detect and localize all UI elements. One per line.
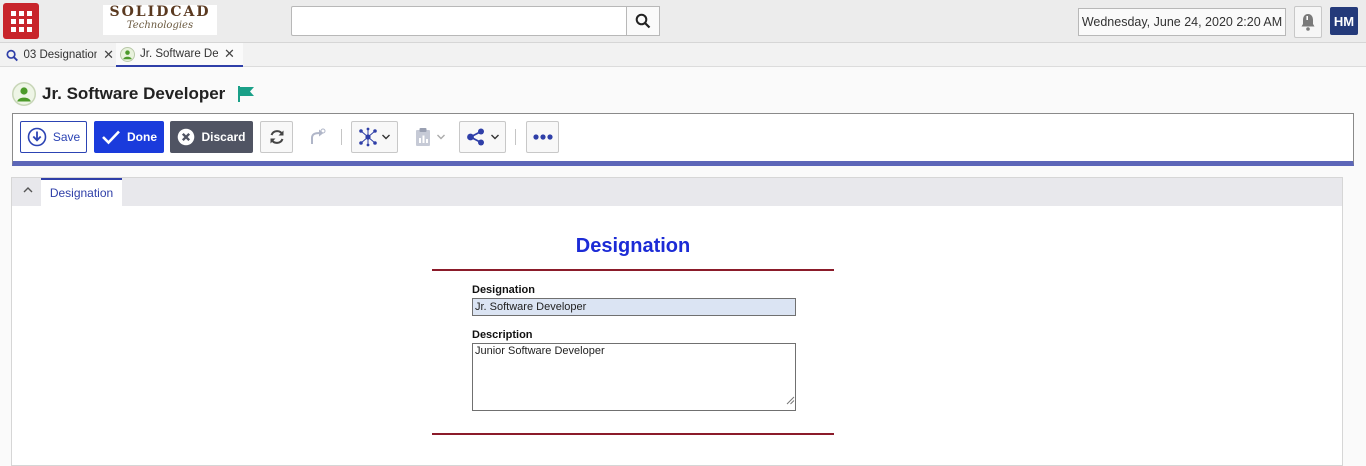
toolbar-divider [515,129,516,145]
more-icon [532,134,553,140]
divider-bottom [432,433,834,435]
tab-label: 03 Designation [23,49,98,61]
clipboard-icon [416,128,430,146]
save-label: Save [52,130,81,144]
done-label: Done [127,130,157,144]
tab-label: Jr. Software De... [140,48,218,60]
divider-top [432,269,834,271]
chevron-up-icon[interactable] [22,185,34,195]
share-button[interactable] [302,121,332,153]
search-icon [6,49,18,61]
save-icon [27,127,47,147]
done-button[interactable]: Done [94,121,164,153]
close-icon[interactable]: ✕ [224,46,235,62]
refresh-icon [270,130,283,144]
search-button[interactable] [626,6,660,36]
global-search [291,6,661,36]
form-title: Designation [575,235,691,257]
notifications-button[interactable] [1294,6,1322,38]
search-input[interactable] [291,6,627,36]
nodes-icon [466,128,484,146]
page-title: Jr. Software Developer [42,84,226,103]
top-bar: SOLIDCAD Technologies Wednesday, June 24… [0,0,1366,43]
clipboard-dropdown-button[interactable] [410,121,450,153]
designation-field[interactable]: Jr. Software Developer [472,298,796,316]
designation-label: Designation [472,284,535,296]
datetime-display: Wednesday, June 24, 2020 2:20 AM [1078,8,1286,36]
description-label: Description [472,329,533,341]
share-icon [311,128,326,144]
action-toolbar: Save Done Discard [12,113,1354,166]
document-tab-bar: 03 Designation ✕ Jr. Software De... ✕ [0,43,1366,67]
chevron-down-icon [490,134,499,140]
network-dropdown-button[interactable] [351,121,398,153]
form-panel: Designation Designation Designation Jr. … [11,177,1343,466]
discard-icon [178,128,195,146]
save-button[interactable]: Save [20,121,87,153]
tab-designation-list[interactable]: 03 Designation ✕ [6,43,114,67]
company-logo: SOLIDCAD Technologies [103,5,217,35]
nodes-dropdown-button[interactable] [459,121,506,153]
record-avatar-icon [12,82,36,106]
tab-designation[interactable]: Designation [41,178,122,206]
apps-grid-icon[interactable] [3,3,39,39]
more-button[interactable] [526,121,559,153]
discard-button[interactable]: Discard [170,121,253,153]
description-field[interactable]: Junior Software Developer [472,343,796,411]
discard-label: Discard [201,130,246,144]
resize-grip-icon[interactable] [786,396,795,405]
user-avatar[interactable]: HM [1330,7,1358,35]
panel-tab-strip: Designation [12,178,1342,206]
record-header: Jr. Software Developer [12,82,255,106]
tab-record[interactable]: Jr. Software De... ✕ [116,43,243,67]
network-icon [359,127,377,147]
search-icon [635,13,651,29]
close-icon[interactable]: ✕ [103,47,114,63]
logo-line1: SOLIDCAD [109,4,211,20]
refresh-button[interactable] [260,121,293,153]
check-icon [102,130,120,145]
flag-icon[interactable] [237,85,255,103]
record-avatar-icon [120,46,135,62]
logo-line2: Technologies [126,20,194,31]
chevron-down-icon [382,134,390,140]
bell-icon [1301,14,1315,31]
toolbar-divider [341,129,342,145]
chevron-down-icon [437,134,445,140]
